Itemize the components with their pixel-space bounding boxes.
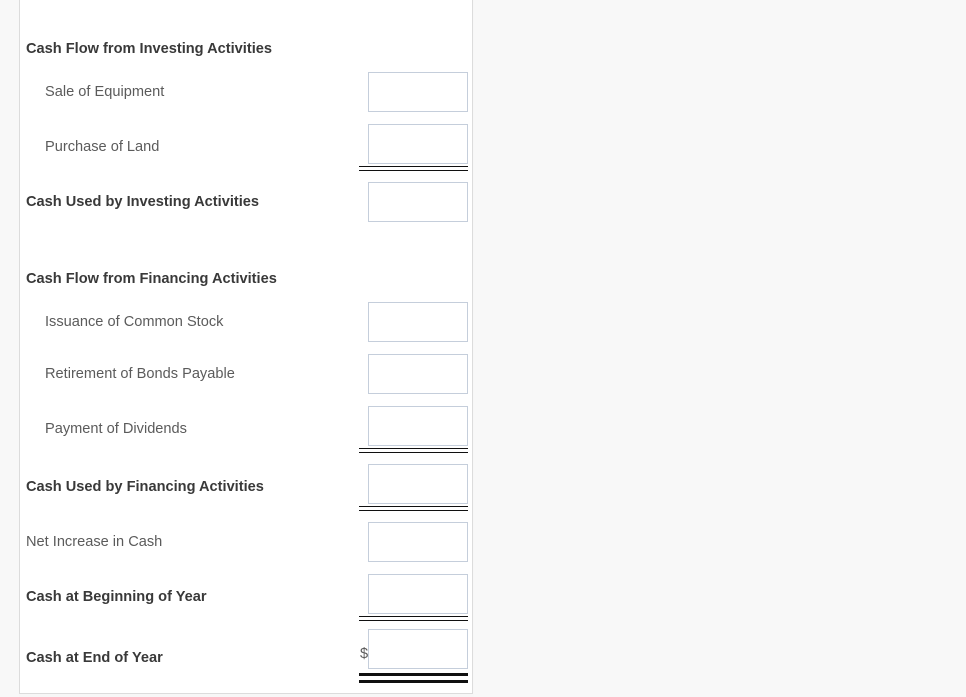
subtotal-rule-financing [359, 448, 468, 453]
amount-input-sale-of-equipment[interactable] [368, 72, 468, 112]
currency-symbol-cash-at-end-of-year: $ [360, 646, 369, 662]
cash-flow-statement-panel: Cash Flow from Investing Activities Sale… [19, 0, 473, 694]
amount-cell-sale-of-equipment [368, 72, 468, 112]
amount-cell-net-increase-in-cash [368, 522, 468, 562]
line-item-label-payment-of-dividends: Payment of Dividends [45, 421, 187, 437]
subtotal-rule-financing-total [359, 506, 468, 511]
amount-cell-financing-subtotal [368, 464, 468, 504]
amount-input-issuance-of-common-stock[interactable] [368, 302, 468, 342]
section-heading-financing: Cash Flow from Financing Activities [26, 271, 277, 287]
amount-cell-investing-subtotal [368, 182, 468, 222]
amount-input-purchase-of-land[interactable] [368, 124, 468, 164]
amount-cell-retirement-of-bonds-payable [368, 354, 468, 394]
subtotal-label-financing: Cash Used by Financing Activities [26, 479, 264, 495]
subtotal-label-investing: Cash Used by Investing Activities [26, 194, 260, 210]
page-background-right [474, 0, 966, 697]
total-rule-beginning-cash [359, 616, 468, 621]
page-background-left [0, 0, 19, 697]
amount-cell-cash-at-end-of-year [368, 629, 468, 669]
amount-input-net-increase-in-cash[interactable] [368, 522, 468, 562]
summary-label-cash-at-beginning-of-year: Cash at Beginning of Year [26, 589, 207, 605]
line-item-label-issuance-of-common-stock: Issuance of Common Stock [45, 314, 224, 330]
summary-label-net-increase-in-cash: Net Increase in Cash [26, 534, 163, 550]
section-heading-investing: Cash Flow from Investing Activities [26, 41, 272, 57]
worksheet-page: Cash Flow from Investing Activities Sale… [0, 0, 966, 697]
line-item-label-purchase-of-land: Purchase of Land [45, 139, 160, 155]
line-item-label-retirement-of-bonds-payable: Retirement of Bonds Payable [45, 366, 235, 382]
grand-total-rule [359, 673, 468, 683]
amount-cell-purchase-of-land [368, 124, 468, 164]
amount-input-cash-at-end-of-year[interactable] [368, 629, 468, 669]
amount-cell-payment-of-dividends [368, 406, 468, 446]
amount-input-cash-at-beginning-of-year[interactable] [368, 574, 468, 614]
subtotal-rule-investing [359, 166, 468, 171]
line-item-label-sale-of-equipment: Sale of Equipment [45, 84, 165, 100]
summary-label-cash-at-end-of-year: Cash at End of Year [26, 650, 163, 666]
amount-cell-issuance-of-common-stock [368, 302, 468, 342]
amount-cell-cash-at-beginning-of-year [368, 574, 468, 614]
amount-input-investing-subtotal[interactable] [368, 182, 468, 222]
amount-input-payment-of-dividends[interactable] [368, 406, 468, 446]
amount-input-retirement-of-bonds-payable[interactable] [368, 354, 468, 394]
amount-input-financing-subtotal[interactable] [368, 464, 468, 504]
